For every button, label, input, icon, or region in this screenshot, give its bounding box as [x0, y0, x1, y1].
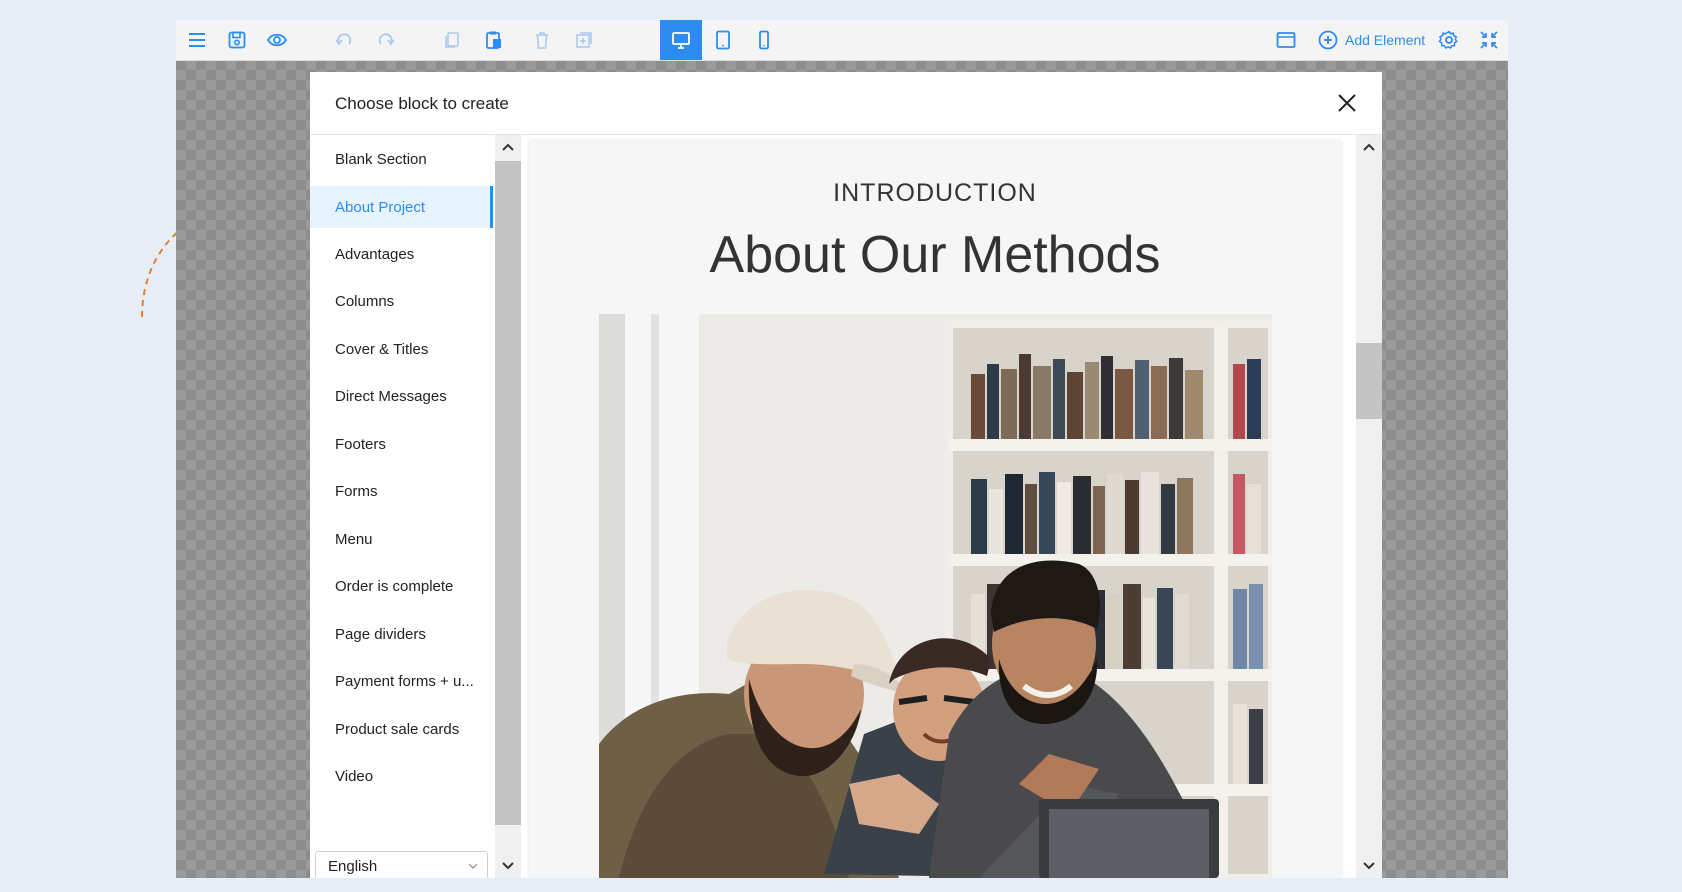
desktop-icon[interactable]: [660, 20, 702, 60]
category-product-sale-cards[interactable]: Product sale cards: [310, 708, 493, 750]
delete-icon[interactable]: [521, 20, 563, 60]
category-order-complete[interactable]: Order is complete: [310, 565, 493, 607]
plus-circle-icon: [1318, 30, 1338, 50]
collapse-icon[interactable]: [1468, 20, 1508, 60]
save-icon[interactable]: [216, 20, 258, 60]
modal-title: Choose block to create: [335, 94, 509, 113]
category-columns[interactable]: Columns: [310, 280, 493, 322]
editor-canvas: Add Element Choose block to create Blank…: [176, 20, 1508, 878]
preview-photo: [599, 314, 1272, 878]
add-element-button[interactable]: Add Element: [1317, 20, 1425, 60]
category-about-project[interactable]: About Project: [310, 186, 493, 228]
menu-icon[interactable]: [176, 20, 218, 60]
preview-heading: About Our Methods: [709, 226, 1161, 284]
category-menu[interactable]: Menu: [310, 518, 493, 560]
category-cover-titles[interactable]: Cover & Titles: [310, 328, 493, 370]
sidebar-scroll-thumb[interactable]: [495, 161, 521, 825]
tablet-icon[interactable]: [702, 20, 744, 60]
category-advantages[interactable]: Advantages: [310, 233, 493, 275]
scroll-up-icon[interactable]: [495, 135, 521, 161]
redo-icon[interactable]: [365, 20, 407, 60]
phone-icon[interactable]: [743, 20, 785, 60]
category-payment-forms[interactable]: Payment forms + u...: [310, 660, 493, 702]
category-direct-messages[interactable]: Direct Messages: [310, 375, 493, 417]
close-icon[interactable]: [1332, 88, 1362, 118]
category-page-dividers[interactable]: Page dividers: [310, 613, 493, 655]
sidebar-scrollbar[interactable]: [495, 135, 521, 878]
category-video[interactable]: Video: [310, 755, 493, 797]
chevron-down-icon: [468, 863, 478, 869]
copy-icon[interactable]: [431, 20, 473, 60]
scroll-down-icon[interactable]: [495, 852, 521, 878]
preview-scrollbar[interactable]: [1356, 135, 1382, 878]
language-value: English: [328, 857, 378, 875]
block-category-list: Blank Section About Project Advantages C…: [310, 135, 495, 878]
preview-scroll-thumb[interactable]: [1356, 343, 1382, 419]
preview-kicker: INTRODUCTION: [833, 179, 1037, 207]
add-element-label: Add Element: [1345, 32, 1426, 48]
browser-window-icon[interactable]: [1265, 20, 1307, 60]
duplicate-icon[interactable]: [563, 20, 605, 60]
preview-scroll-down-icon[interactable]: [1356, 852, 1382, 878]
category-footers[interactable]: Footers: [310, 423, 493, 465]
block-preview[interactable]: INTRODUCTION About Our Methods: [529, 141, 1341, 878]
category-forms[interactable]: Forms: [310, 470, 493, 512]
eye-icon[interactable]: [256, 20, 298, 60]
preview-scroll-up-icon[interactable]: [1356, 135, 1382, 161]
choose-block-modal: Choose block to create Blank Section Abo…: [310, 72, 1382, 878]
modal-header: Choose block to create: [310, 72, 1382, 135]
language-select[interactable]: English: [315, 851, 488, 878]
editor-toolbar: Add Element: [176, 20, 1508, 61]
gear-icon[interactable]: [1428, 20, 1470, 60]
undo-icon[interactable]: [323, 20, 365, 60]
paste-icon[interactable]: [473, 20, 515, 60]
category-blank-section[interactable]: Blank Section: [310, 138, 493, 180]
